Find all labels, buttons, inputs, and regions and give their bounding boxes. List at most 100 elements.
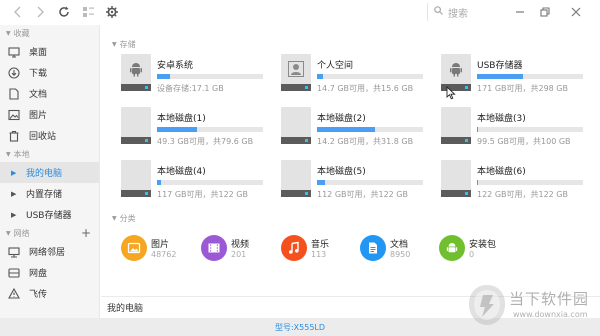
drive-usage-fill — [477, 127, 479, 132]
watermark: 当下软件园 www.downxia.com — [467, 283, 597, 327]
category-item[interactable]: 文档 8950 — [360, 233, 440, 265]
drive-base — [281, 84, 311, 91]
sidebar-item-cloud-drive[interactable]: 网盘 — [0, 262, 99, 283]
collapse-arrow-icon: ▼ — [112, 215, 117, 222]
drive-usage-fill — [477, 74, 523, 79]
drive-capacity: 14.2 GB可用，共31.8 GB — [317, 137, 414, 146]
desktop-icon — [8, 46, 20, 58]
category-name: 音乐 — [311, 240, 330, 250]
add-network-icon[interactable]: + — [81, 226, 91, 240]
favorites-section-title[interactable]: ▼ 收藏 — [0, 25, 99, 41]
drive-usage-fill — [477, 180, 479, 185]
mouse-cursor-icon — [446, 86, 456, 100]
drive-capacity: 112 GB可用，共122 GB — [317, 190, 408, 199]
transfer-icon — [8, 287, 20, 300]
list-view-icon[interactable] — [80, 4, 96, 20]
cloud-drive-icon — [8, 267, 20, 279]
drive-base — [121, 190, 151, 197]
network-section-title[interactable]: ▼ 网络 + — [0, 225, 99, 241]
drive-capacity: 117 GB可用，共122 GB — [157, 190, 248, 199]
category-count: 113 — [311, 250, 327, 259]
sidebar-item-downloads[interactable]: 下载 — [0, 62, 99, 83]
download-icon — [8, 66, 20, 79]
main-content: ▼ 存储 安卓系统 设备存储:17.1 GB 个人空间 14.7 GB可用，共15.6… — [101, 25, 600, 295]
drive-usage-bar — [157, 127, 263, 132]
sidebar-item-network-neighborhood[interactable]: 网络邻居 — [0, 241, 99, 262]
category-item[interactable]: 音乐 113 — [281, 233, 361, 265]
sidebar-item-my-computer[interactable]: ▶ 我的电脑 — [0, 162, 99, 183]
drive-tile[interactable]: 本地磁盘(4) 117 GB可用，共122 GB — [101, 158, 263, 200]
network-neighborhood-icon — [8, 246, 20, 258]
drive-usage-fill — [157, 127, 198, 132]
drive-capacity: 设备存储:17.1 GB — [157, 84, 224, 93]
drive-base — [441, 137, 471, 144]
drive-name: 本地磁盘(4) — [157, 167, 206, 177]
android-icon — [130, 63, 142, 77]
drive-icon — [121, 107, 151, 144]
collapse-arrow-icon: ▼ — [6, 150, 11, 158]
drive-usage-bar — [157, 180, 263, 185]
drive-tile[interactable]: 本地磁盘(3) 99.5 GB可用，共100 GB — [421, 105, 583, 147]
drive-usage-fill — [157, 180, 162, 185]
sidebar-item-usb-storage[interactable]: ▶ USB存储器 — [0, 204, 99, 225]
sidebar-item-documents[interactable]: 文档 — [0, 83, 99, 104]
restore-icon[interactable] — [537, 4, 553, 20]
expand-arrow-icon[interactable]: ▶ — [11, 211, 19, 219]
category-item[interactable]: 图片 48762 — [121, 233, 201, 265]
category-item[interactable]: 视频 201 — [201, 233, 281, 265]
drive-name: 本地磁盘(5) — [317, 167, 366, 177]
drive-icon — [281, 107, 311, 144]
collapse-arrow-icon: ▼ — [112, 41, 117, 48]
sidebar-item-trash[interactable]: 回收站 — [0, 125, 99, 146]
drive-usage-bar — [317, 74, 423, 79]
drive-icon — [121, 54, 151, 91]
drive-capacity: 122 GB可用，共122 GB — [477, 190, 568, 199]
drive-usage-fill — [317, 127, 376, 132]
sidebar-item-transfer[interactable]: 飞传 — [0, 283, 99, 304]
person-icon — [288, 61, 304, 77]
drive-name: 本地磁盘(3) — [477, 114, 526, 124]
document-icon — [8, 87, 20, 100]
minimize-icon[interactable] — [512, 4, 528, 20]
drive-usage-fill — [157, 74, 170, 79]
drive-usage-fill — [317, 74, 324, 79]
category-item[interactable]: 安装包 0 — [439, 233, 519, 265]
drive-name: 本地磁盘(2) — [317, 114, 366, 124]
local-section-title[interactable]: ▼ 本地 — [0, 146, 99, 162]
search-input[interactable]: 搜索 — [427, 3, 497, 21]
drive-tile[interactable]: 本地磁盘(5) 112 GB可用，共122 GB — [261, 158, 423, 200]
drive-name: USB存储器 — [477, 61, 523, 71]
drive-tile[interactable]: 本地磁盘(2) 14.2 GB可用，共31.8 GB — [261, 105, 423, 147]
drive-tile[interactable]: USB存储器 171 GB可用，共298 GB — [421, 52, 583, 94]
sidebar-item-desktop[interactable]: 桌面 — [0, 41, 99, 62]
sidebar-item-pictures[interactable]: 图片 — [0, 104, 99, 125]
drive-base — [281, 190, 311, 197]
expand-arrow-icon[interactable]: ▶ — [11, 169, 19, 177]
drive-tile[interactable]: 安卓系统 设备存储:17.1 GB — [101, 52, 263, 94]
picture-icon — [8, 109, 20, 121]
category-name: 文档 — [390, 240, 409, 250]
gear-icon[interactable] — [104, 4, 120, 20]
android-icon — [450, 63, 462, 77]
expand-arrow-icon[interactable]: ▶ — [11, 190, 19, 198]
close-icon[interactable] — [568, 4, 584, 20]
category-name: 安装包 — [469, 240, 497, 250]
category-count: 201 — [231, 250, 247, 259]
drive-tile[interactable]: 本地磁盘(6) 122 GB可用，共122 GB — [421, 158, 583, 200]
refresh-icon[interactable] — [56, 4, 72, 20]
drive-base — [441, 190, 471, 197]
drive-usage-bar — [317, 180, 423, 185]
drive-icon — [441, 160, 471, 197]
drive-tile[interactable]: 本地磁盘(1) 49.3 GB可用，共79.6 GB — [101, 105, 263, 147]
drive-tile[interactable]: 个人空间 14.7 GB可用，共15.6 GB — [261, 52, 423, 94]
category-count: 48762 — [151, 250, 177, 259]
chevron-right-icon[interactable] — [32, 4, 48, 20]
drive-capacity: 49.3 GB可用，共79.6 GB — [157, 137, 254, 146]
drive-usage-bar — [477, 74, 583, 79]
sidebar-item-internal-storage[interactable]: ▶ 内置存储 — [0, 183, 99, 204]
drive-usage-bar — [477, 127, 583, 132]
drive-capacity: 14.7 GB可用，共15.6 GB — [317, 84, 414, 93]
storage-section-title[interactable]: ▼ 存储 — [112, 39, 136, 50]
category-section-title[interactable]: ▼ 分类 — [112, 213, 136, 224]
chevron-left-icon[interactable] — [10, 4, 26, 20]
